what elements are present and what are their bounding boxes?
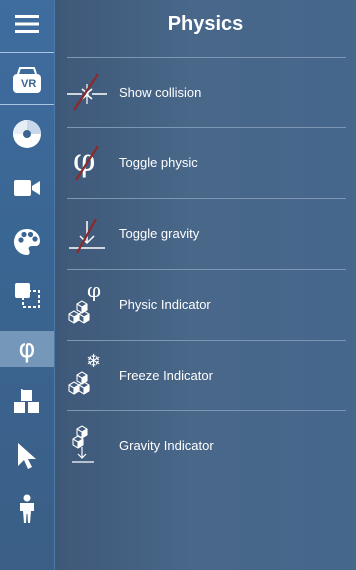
disc-icon [12,119,42,149]
sidebar-separator [0,104,54,105]
person-icon [17,494,37,524]
menu-item-gravity-indicator[interactable]: Gravity Indicator [67,410,346,481]
sidebar-separator [0,52,54,53]
phi-icon: φ [18,334,36,364]
sidebar-item-camera[interactable] [0,170,54,206]
hamburger-menu-icon [14,13,40,35]
freeze-indicator-icon: ❄ [67,351,107,395]
gravity-indicator-icon [67,425,107,465]
toggle-physic-icon: φ [67,141,107,182]
phi-glyph: φ [87,278,102,302]
menu-item-show-collision[interactable]: Show collision [67,57,346,128]
menu-item-label: Freeze Indicator [119,368,213,383]
sidebar-item-vr[interactable]: VR [0,62,54,98]
toggle-gravity-icon [67,213,107,253]
physics-panel: Physics Show collision φ Toggle physic T… [55,0,356,570]
menu-item-label: Show collision [119,85,202,100]
menu-item-toggle-physic[interactable]: φ Toggle physic [67,127,346,198]
sidebar-item-disc[interactable] [0,116,54,152]
menu-item-freeze-indicator[interactable]: ❄ Freeze Indicator [67,340,346,411]
pointer-icon [16,442,38,470]
page-title: Physics [167,13,244,35]
sidebar-item-objects[interactable] [0,384,54,420]
menu-item-label: Toggle physic [119,155,198,170]
sidebar-item-palette[interactable] [0,224,54,260]
sidebar-item-physics[interactable]: φ [0,331,54,367]
menu-button[interactable] [0,6,54,42]
sidebar-item-avatar[interactable] [0,491,54,527]
menu-item-label: Physic Indicator [119,297,211,312]
menu-item-toggle-gravity[interactable]: Toggle gravity [67,198,346,269]
video-camera-icon [13,178,41,198]
scale-squares-icon [13,281,41,309]
sidebar: VR φ [0,0,55,570]
menu-item-physic-indicator[interactable]: φ Physic Indicator [67,269,346,340]
vr-label: VR [21,78,37,90]
snowflake-glyph: ❄ [86,351,102,372]
palette-icon [12,227,42,257]
menu-item-label: Gravity Indicator [119,438,214,453]
cubes-icon [12,389,42,415]
sidebar-item-transform[interactable] [0,277,54,313]
vr-headset-icon: VR [11,65,43,95]
show-collision-icon [67,72,107,112]
menu-item-label: Toggle gravity [119,226,200,241]
sidebar-item-select[interactable] [0,438,54,474]
physic-indicator-icon: φ [67,278,107,324]
